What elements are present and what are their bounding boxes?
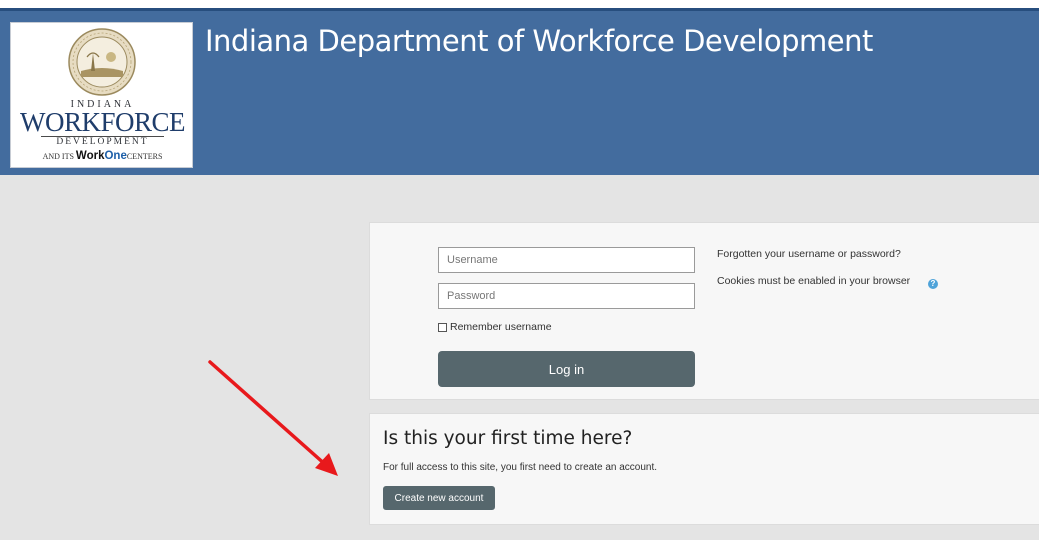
page-title: Indiana Department of Workforce Developm… xyxy=(205,24,873,58)
remember-username-checkbox[interactable] xyxy=(438,322,447,332)
username-input[interactable] xyxy=(438,247,695,273)
site-logo[interactable]: INDIANA WORKFORCE DEVELOPMENT AND ITS Wo… xyxy=(10,22,193,168)
logo-centers-suffix: CENTERS xyxy=(126,152,163,161)
remember-username-label: Remember username xyxy=(450,321,552,333)
forgot-credentials-link[interactable]: Forgotten your username or password? xyxy=(717,248,901,260)
password-input[interactable] xyxy=(438,283,695,309)
logo-centers-prefix: AND ITS xyxy=(42,152,74,161)
create-account-button[interactable]: Create new account xyxy=(383,486,495,510)
workone-one: One xyxy=(104,150,127,162)
logo-text-workforce: WORKFORCE xyxy=(19,107,186,137)
logo-text-development: DEVELOPMENT xyxy=(56,137,149,147)
workone-work: Work xyxy=(75,150,105,162)
signup-heading: Is this your first time here? xyxy=(383,428,633,449)
workone-wordmark: WorkOne xyxy=(76,150,127,162)
state-seal-icon xyxy=(68,28,136,96)
cookies-notice: Cookies must be enabled in your browser xyxy=(717,275,911,287)
logo-text-centers: AND ITS WorkOneCENTERS xyxy=(11,150,194,162)
signup-description: For full access to this site, you first … xyxy=(383,462,658,473)
red-arrow-annotation-icon xyxy=(208,360,338,476)
remember-username-row[interactable]: Remember username xyxy=(438,320,552,334)
help-icon[interactable]: ? xyxy=(928,279,938,289)
login-button[interactable]: Log in xyxy=(438,351,695,387)
top-strip xyxy=(0,0,1039,8)
